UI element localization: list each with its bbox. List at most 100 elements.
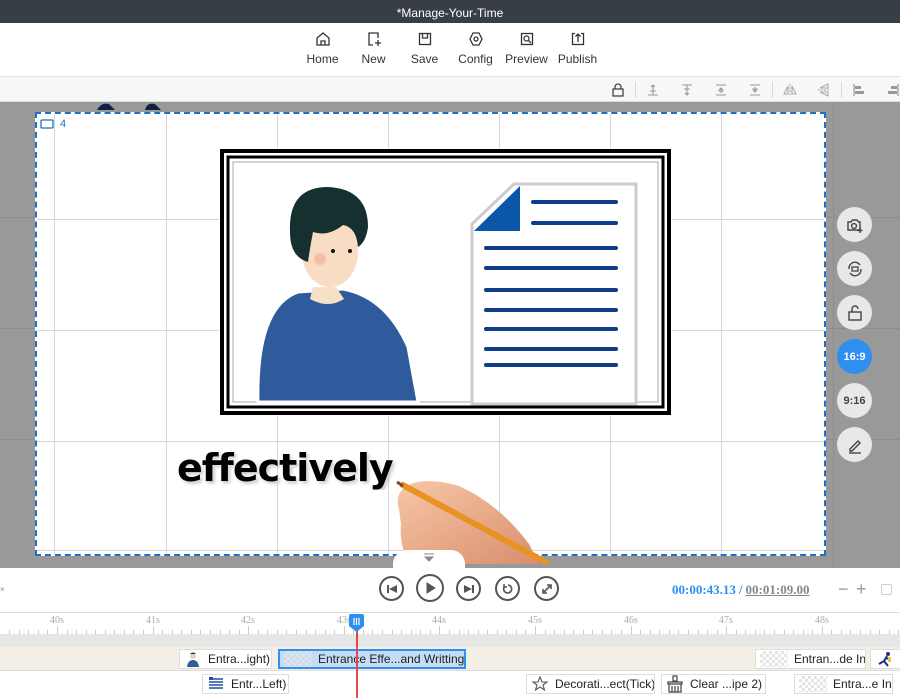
app-window: *Manage-Your-Time Home New Save Config P… — [0, 0, 900, 698]
ruler-label: 42s — [241, 615, 255, 626]
config-icon — [468, 32, 483, 46]
timeline-clip[interactable]: Clear ...ipe 2) — [661, 674, 766, 694]
grid-line — [166, 114, 167, 554]
lock-button[interactable] — [601, 77, 635, 102]
clip-label: Entra...ight) — [208, 652, 271, 666]
ruler-major-tick — [439, 626, 440, 634]
skip-back-button[interactable] — [379, 576, 404, 601]
text-element[interactable]: effectively — [177, 446, 405, 490]
align-right-button[interactable] — [876, 77, 900, 102]
ruler-label: 47s — [719, 615, 733, 626]
flip-horizontal-button[interactable] — [773, 77, 807, 102]
publish-label: Publish — [557, 52, 598, 66]
timeline-clip[interactable] — [870, 649, 900, 669]
replay-button[interactable] — [495, 576, 520, 601]
home-icon — [315, 32, 330, 46]
camera-frame-icon — [40, 119, 54, 129]
clip-label: Entra...e In) — [833, 677, 893, 691]
skip-forward-button[interactable] — [456, 576, 481, 601]
clip-label: Clear ...ipe 2) — [690, 677, 763, 691]
timeline-clip-selected[interactable]: Entrance Effe...and Writting) — [278, 649, 466, 669]
align-bottom-icon — [682, 83, 692, 96]
transparent-thumbnail-icon — [284, 651, 312, 667]
transparent-thumbnail-icon — [799, 676, 827, 692]
new-file-icon — [367, 32, 381, 46]
align-middle-bottom-button[interactable] — [738, 77, 772, 102]
ruler-major-tick — [822, 626, 823, 634]
total-time[interactable]: 00:01:09.00 — [746, 582, 810, 597]
ruler-label: 40s — [50, 615, 64, 626]
broom-thumbnail-icon — [666, 675, 684, 693]
timeline-clip[interactable]: Entra...e In) — [794, 674, 893, 694]
unlock-button[interactable] — [837, 295, 872, 330]
ruler-major-tick — [248, 626, 249, 634]
timeline-clip[interactable]: Entr...Left) — [202, 674, 289, 694]
expand-icon — [541, 583, 552, 594]
play-button[interactable] — [416, 574, 444, 602]
align-top-button[interactable] — [636, 77, 670, 102]
config-button[interactable]: Config — [450, 23, 501, 76]
align-left-button[interactable] — [842, 77, 876, 102]
clip-label: Entr...Left) — [231, 677, 287, 691]
timeline-track-1: Entra...ight) Entrance Effe...and Writti… — [0, 647, 900, 671]
pencil-icon — [848, 439, 861, 454]
new-button[interactable]: New — [348, 23, 399, 76]
title-bar: *Manage-Your-Time — [0, 0, 900, 23]
scene-canvas[interactable]: 4 effectively — [35, 112, 826, 564]
person-thumbnail-icon — [184, 651, 202, 667]
publish-button[interactable]: Publish — [552, 23, 603, 76]
ruler-major-tick — [631, 626, 632, 634]
publish-icon — [571, 32, 584, 46]
preview-label: Preview — [505, 52, 548, 66]
document-illustration — [470, 182, 638, 406]
align-top-icon — [648, 83, 658, 96]
align-middle-bottom-icon — [750, 83, 760, 96]
zoom-out-button[interactable]: − — [838, 579, 849, 600]
preview-button[interactable]: Preview — [501, 23, 552, 76]
timeline-ruler[interactable]: 40s 41s 42s 43s 44s 45s 46s 47s 48s — [0, 612, 900, 634]
ratio-16-9-button[interactable]: 16:9 — [837, 339, 872, 374]
timeline-track-2: Entr...Left) Decorati...ect(Tick) Clear … — [0, 672, 900, 698]
timeline-clip[interactable]: Decorati...ect(Tick) — [526, 674, 655, 694]
play-icon — [426, 582, 436, 594]
flip-vertical-button[interactable] — [807, 77, 841, 102]
skip-back-icon — [386, 584, 397, 593]
collapse-timeline-button[interactable] — [393, 550, 465, 568]
playhead-handle[interactable] — [348, 614, 365, 632]
playhead-line — [356, 628, 358, 698]
grid-line — [833, 102, 834, 568]
playback-controls: × 00:00:43.13/00:01:09.00 − + — [0, 568, 900, 612]
collapse-arrow-icon — [423, 553, 435, 562]
time-display: 00:00:43.13/00:01:09.00 — [672, 582, 809, 598]
ruler-major-tick — [344, 626, 345, 634]
framed-illustration[interactable] — [218, 147, 673, 417]
save-icon — [418, 32, 431, 46]
save-label: Save — [410, 52, 439, 66]
offscreen-element — [97, 103, 161, 110]
preview-icon — [520, 32, 533, 46]
snapshot-button[interactable] — [837, 207, 872, 242]
zoom-in-button[interactable]: + — [856, 579, 867, 600]
replace-button[interactable] — [837, 251, 872, 286]
close-icon[interactable]: × — [0, 585, 5, 594]
home-button[interactable]: Home — [297, 23, 348, 76]
runner-thumbnail-icon — [875, 651, 893, 667]
lock-icon — [612, 82, 624, 97]
ruler-label: 44s — [432, 615, 446, 626]
scene-number: 4 — [60, 118, 67, 130]
align-middle-top-icon — [716, 83, 726, 96]
clip-label: Entrance Effe...and Writting) — [318, 652, 466, 666]
ratio-9-16-button[interactable]: 9:16 — [837, 383, 872, 418]
fullscreen-button[interactable] — [534, 576, 559, 601]
side-tool-panel: 16:9 9:16 — [837, 207, 872, 462]
option-checkbox[interactable] — [881, 584, 892, 595]
timeline-clip[interactable]: Entra...ight) — [179, 649, 272, 669]
clip-label: Decorati...ect(Tick) — [555, 677, 655, 691]
align-middle-top-button[interactable] — [704, 77, 738, 102]
align-bottom-button[interactable] — [670, 77, 704, 102]
edit-button[interactable] — [837, 427, 872, 462]
home-label: Home — [306, 52, 339, 66]
align-toolbar — [0, 77, 900, 102]
save-button[interactable]: Save — [399, 23, 450, 76]
timeline-clip[interactable]: Entran...de In) — [755, 649, 866, 669]
